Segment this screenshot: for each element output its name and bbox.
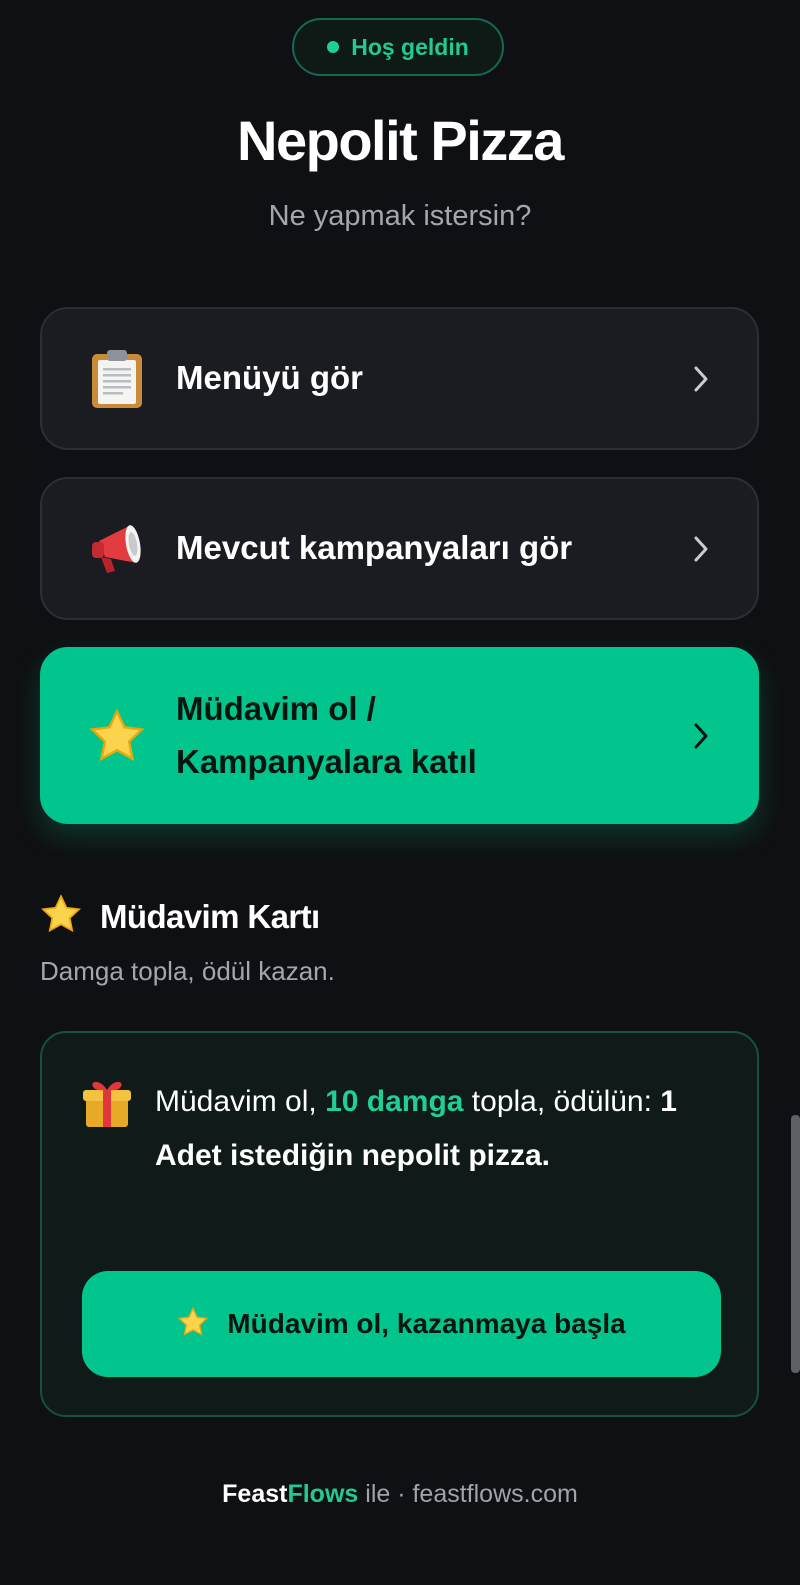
stamp-count: 10 damga (325, 1085, 464, 1118)
loyalty-card: Müdavim ol, 10 damga topla, ödülün: 1 Ad… (40, 1031, 759, 1417)
offer-text-part2: topla, ödülün: (463, 1085, 661, 1118)
menu-button[interactable]: Menüyü gör (40, 307, 759, 450)
scrollbar[interactable] (791, 1115, 800, 1373)
status-dot (327, 41, 340, 53)
start-earning-button-label: Müdavim ol, kazanmaya başla (227, 1308, 626, 1339)
start-earning-button[interactable]: Müdavim ol, kazanmaya başla (82, 1271, 721, 1377)
loyalty-section-title: Müdavim Kartı (100, 897, 320, 935)
loyalty-offer-text: Müdavim ol, 10 damga topla, ödülün: 1 Ad… (155, 1075, 695, 1183)
chevron-right-icon (685, 533, 717, 565)
offer-text-part1: Müdavim ol, (155, 1085, 326, 1118)
star-icon (86, 705, 148, 767)
campaigns-button-label: Mevcut kampanyaları gör (176, 529, 573, 567)
join-loyalty-label-line1: Müdavim ol / (176, 689, 376, 727)
star-icon (40, 893, 82, 940)
page-title: Nepolit Pizza (237, 109, 564, 172)
campaigns-button[interactable]: Mevcut kampanyaları gör (40, 477, 759, 620)
footer-brand-part2: Flows (287, 1480, 359, 1508)
join-loyalty-button[interactable]: Müdavim ol / Kampanyalara katıl (40, 647, 759, 824)
footer: FeastFlows ile · feastflows.com (0, 1480, 800, 1509)
welcome-badge: Hoş geldin (292, 18, 504, 76)
loyalty-section-subtitle: Damga topla, ödül kazan. (40, 956, 335, 986)
footer-brand-part1: Feast (222, 1480, 288, 1508)
footer-link-text[interactable]: ile · feastflows.com (358, 1480, 578, 1508)
join-loyalty-label-line2: Kampanyalara katıl (176, 742, 477, 780)
menu-button-label: Menüyü gör (176, 359, 363, 397)
page-subtitle: Ne yapmak istersin? (268, 200, 532, 232)
chevron-right-icon (685, 720, 717, 752)
join-loyalty-button-label: Müdavim ol / Kampanyalara katıl (176, 683, 685, 789)
clipboard-icon (86, 348, 148, 410)
megaphone-icon (86, 518, 148, 580)
star-icon (177, 1306, 209, 1343)
chevron-right-icon (685, 363, 717, 395)
gift-icon (82, 1077, 132, 1134)
welcome-badge-label: Hoş geldin (351, 33, 469, 60)
loyalty-section-header: Müdavim Kartı (40, 893, 320, 940)
